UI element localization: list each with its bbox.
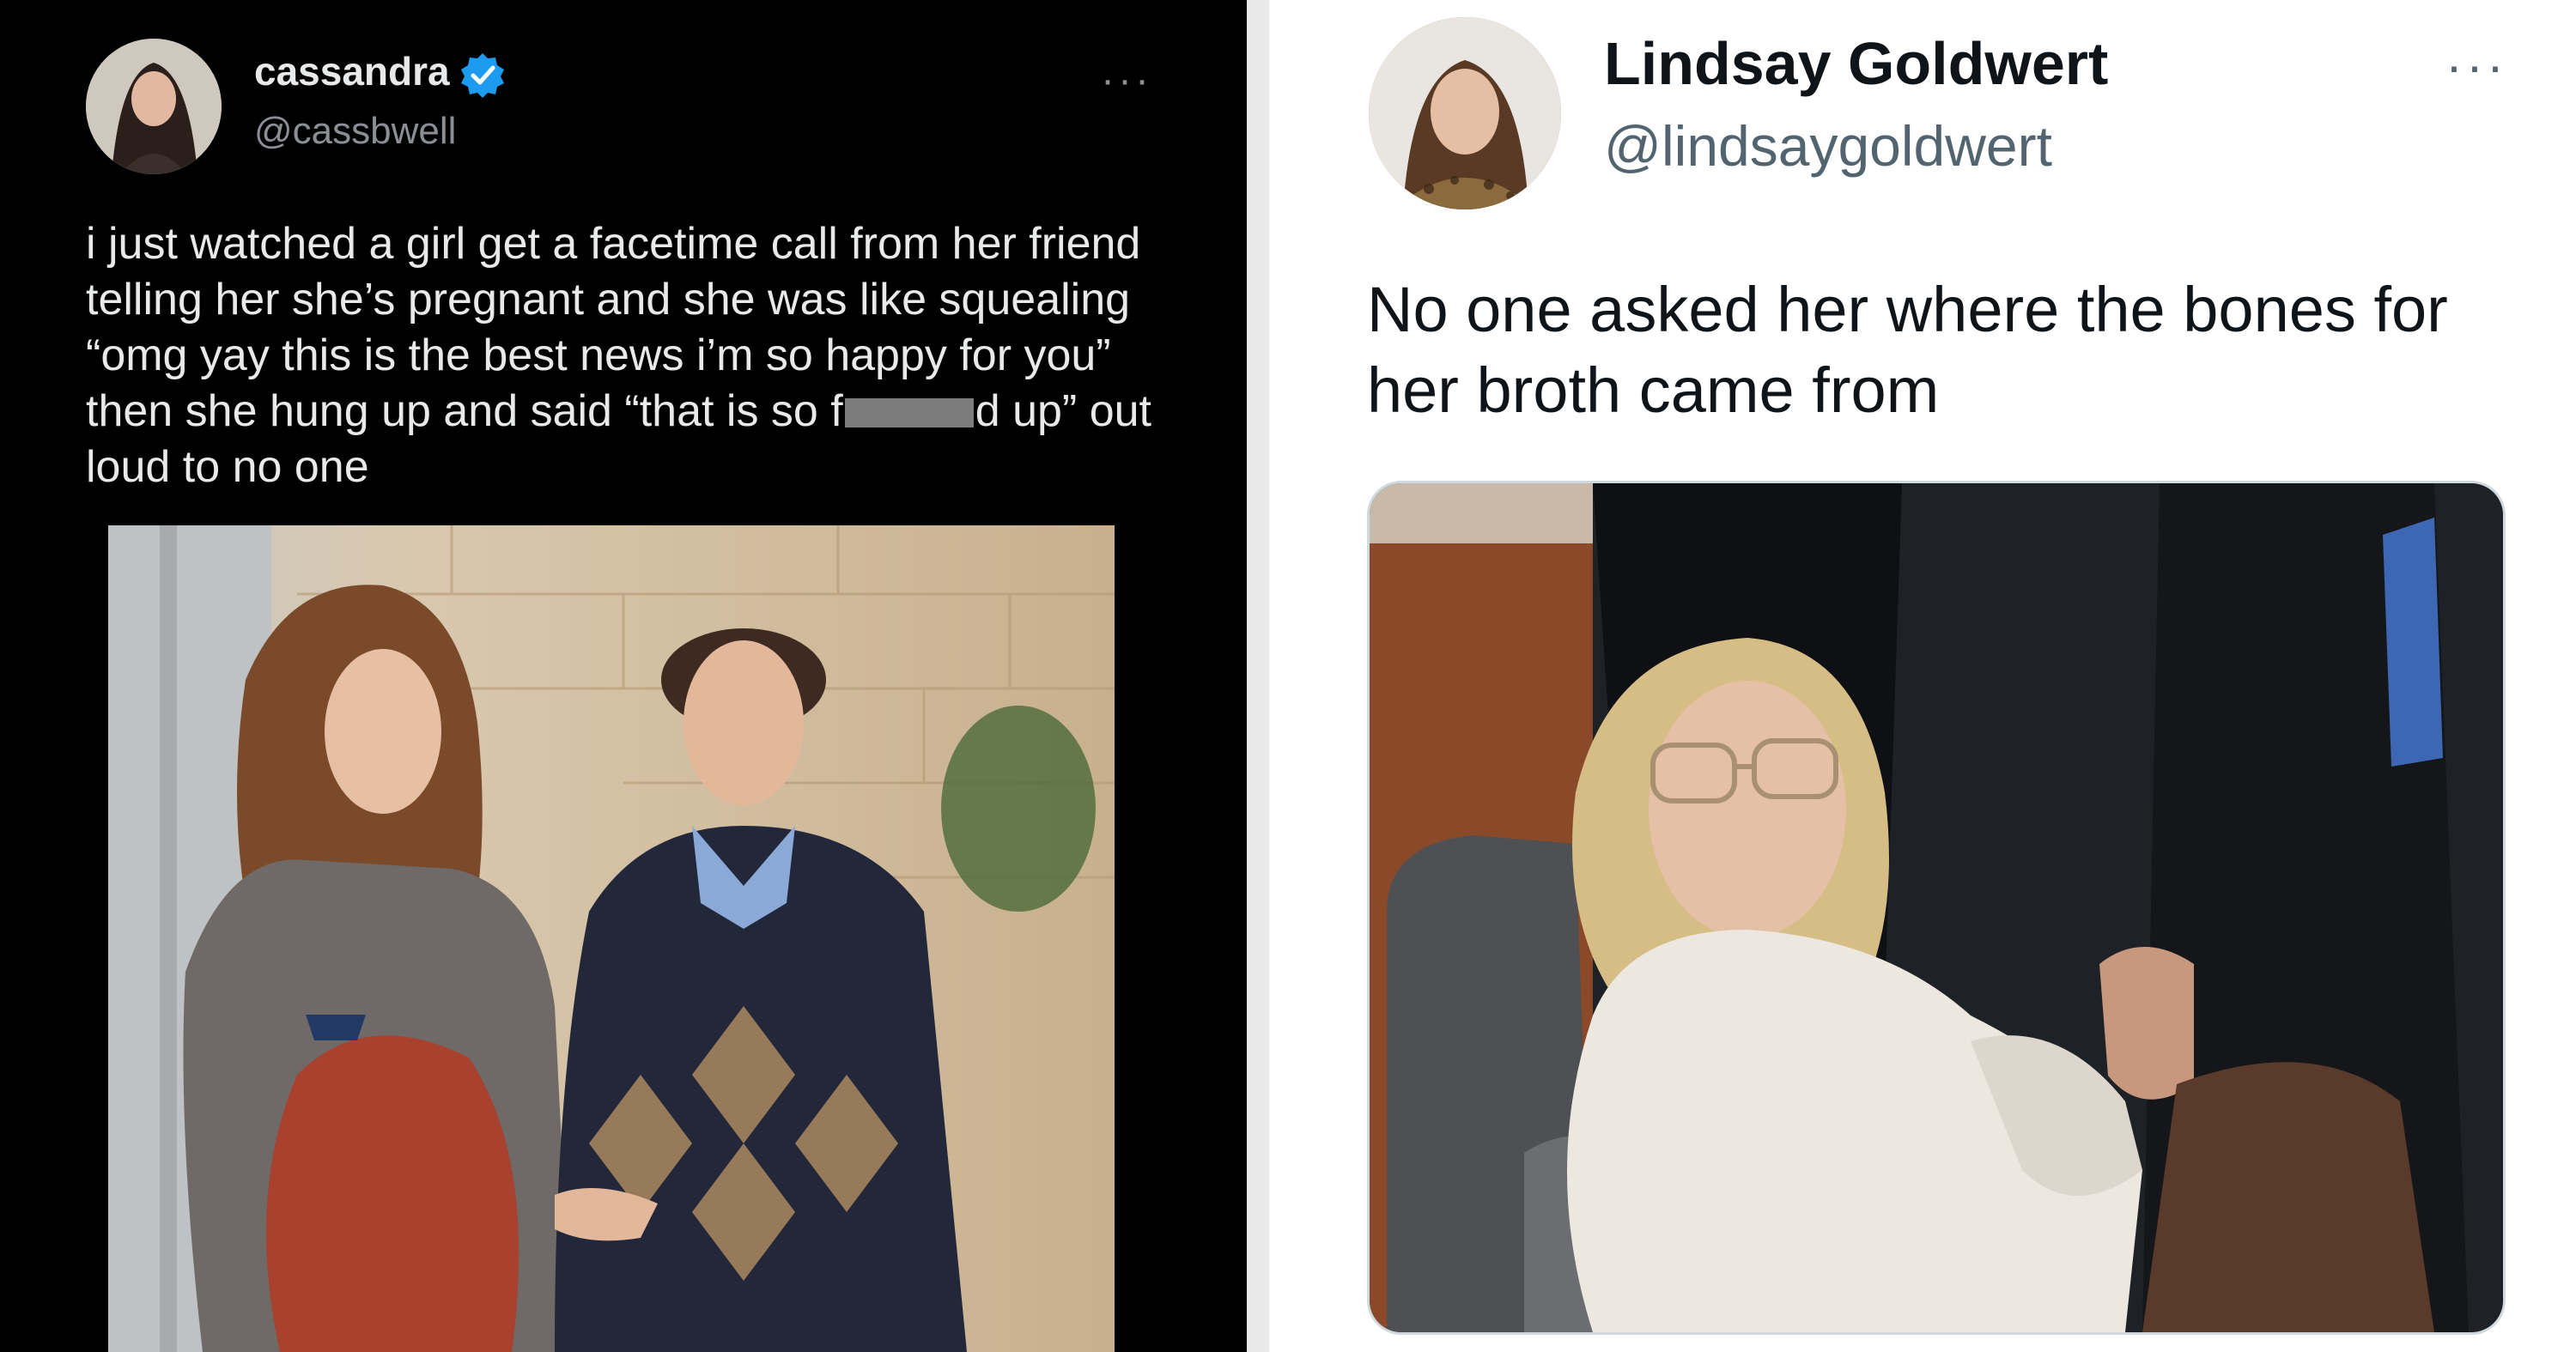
- display-name-text[interactable]: cassandra: [254, 49, 450, 94]
- user-handle[interactable]: @cassbwell: [254, 110, 456, 153]
- censor-bar: [844, 398, 974, 427]
- tweet-text: i just watched a girl get a facetime cal…: [86, 216, 1202, 495]
- avatar[interactable]: [86, 39, 222, 174]
- tweet-card-cassandra: cassandra @cassbwell ··· i just watched …: [0, 0, 1247, 1352]
- tweet-card-lindsay-goldwert: Lindsay Goldwert @lindsaygoldwert ··· No…: [1269, 0, 2576, 1352]
- more-options-icon[interactable]: ···: [1101, 57, 1152, 104]
- display-name[interactable]: Lindsay Goldwert: [1604, 29, 2108, 98]
- tweet-photo[interactable]: [108, 525, 1115, 1352]
- avatar[interactable]: [1369, 17, 1561, 209]
- tweet-text: No one asked her where the bones for her…: [1367, 274, 2448, 426]
- tweet-photo[interactable]: [1367, 481, 2506, 1335]
- display-name[interactable]: cassandra: [254, 48, 507, 99]
- more-options-icon[interactable]: ···: [2445, 36, 2507, 95]
- user-handle[interactable]: @lindsaygoldwert: [1604, 113, 2052, 179]
- verified-badge-icon: [459, 51, 507, 99]
